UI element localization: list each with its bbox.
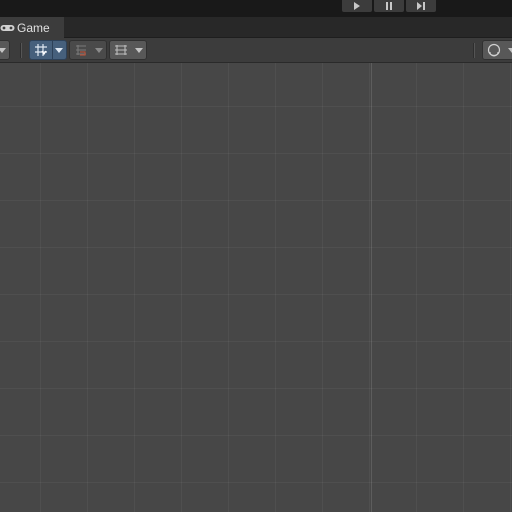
grid-axis-line xyxy=(371,63,372,512)
scene-viewport[interactable] xyxy=(0,63,512,512)
step-icon xyxy=(416,1,426,11)
toolbar-separator xyxy=(20,43,22,58)
caret-down-icon xyxy=(505,47,512,53)
render-mode-button[interactable] xyxy=(69,40,107,60)
unity-editor-scene-window: Game xyxy=(0,0,512,512)
gamepad-icon xyxy=(0,22,16,34)
pause-icon xyxy=(384,1,394,11)
grid-plane-icon xyxy=(110,43,132,57)
step-button[interactable] xyxy=(406,0,436,12)
tab-bar: Game xyxy=(0,17,512,38)
tab-game[interactable]: Game xyxy=(0,17,64,38)
grid-visibility-button[interactable] xyxy=(109,40,147,60)
split-divider xyxy=(52,41,53,59)
toolbar-separator xyxy=(473,43,475,58)
pause-button[interactable] xyxy=(374,0,404,12)
play-icon xyxy=(352,1,362,11)
tab-label: Game xyxy=(17,20,50,35)
camera-sphere-icon xyxy=(483,43,505,57)
camera-settings-button[interactable] xyxy=(482,40,512,60)
play-toolbar xyxy=(0,0,512,17)
caret-down-icon xyxy=(92,47,106,53)
grid-snap-icon xyxy=(30,43,52,57)
dropdown-left-button[interactable] xyxy=(0,40,10,60)
caret-down-icon xyxy=(0,47,9,53)
scene-toolbar xyxy=(0,38,512,63)
gizmo-tool-button[interactable] xyxy=(29,40,67,60)
layers-icon xyxy=(70,43,92,57)
caret-down-icon xyxy=(52,47,66,53)
play-button[interactable] xyxy=(342,0,372,12)
play-controls xyxy=(342,0,436,12)
caret-down-icon xyxy=(132,47,146,53)
